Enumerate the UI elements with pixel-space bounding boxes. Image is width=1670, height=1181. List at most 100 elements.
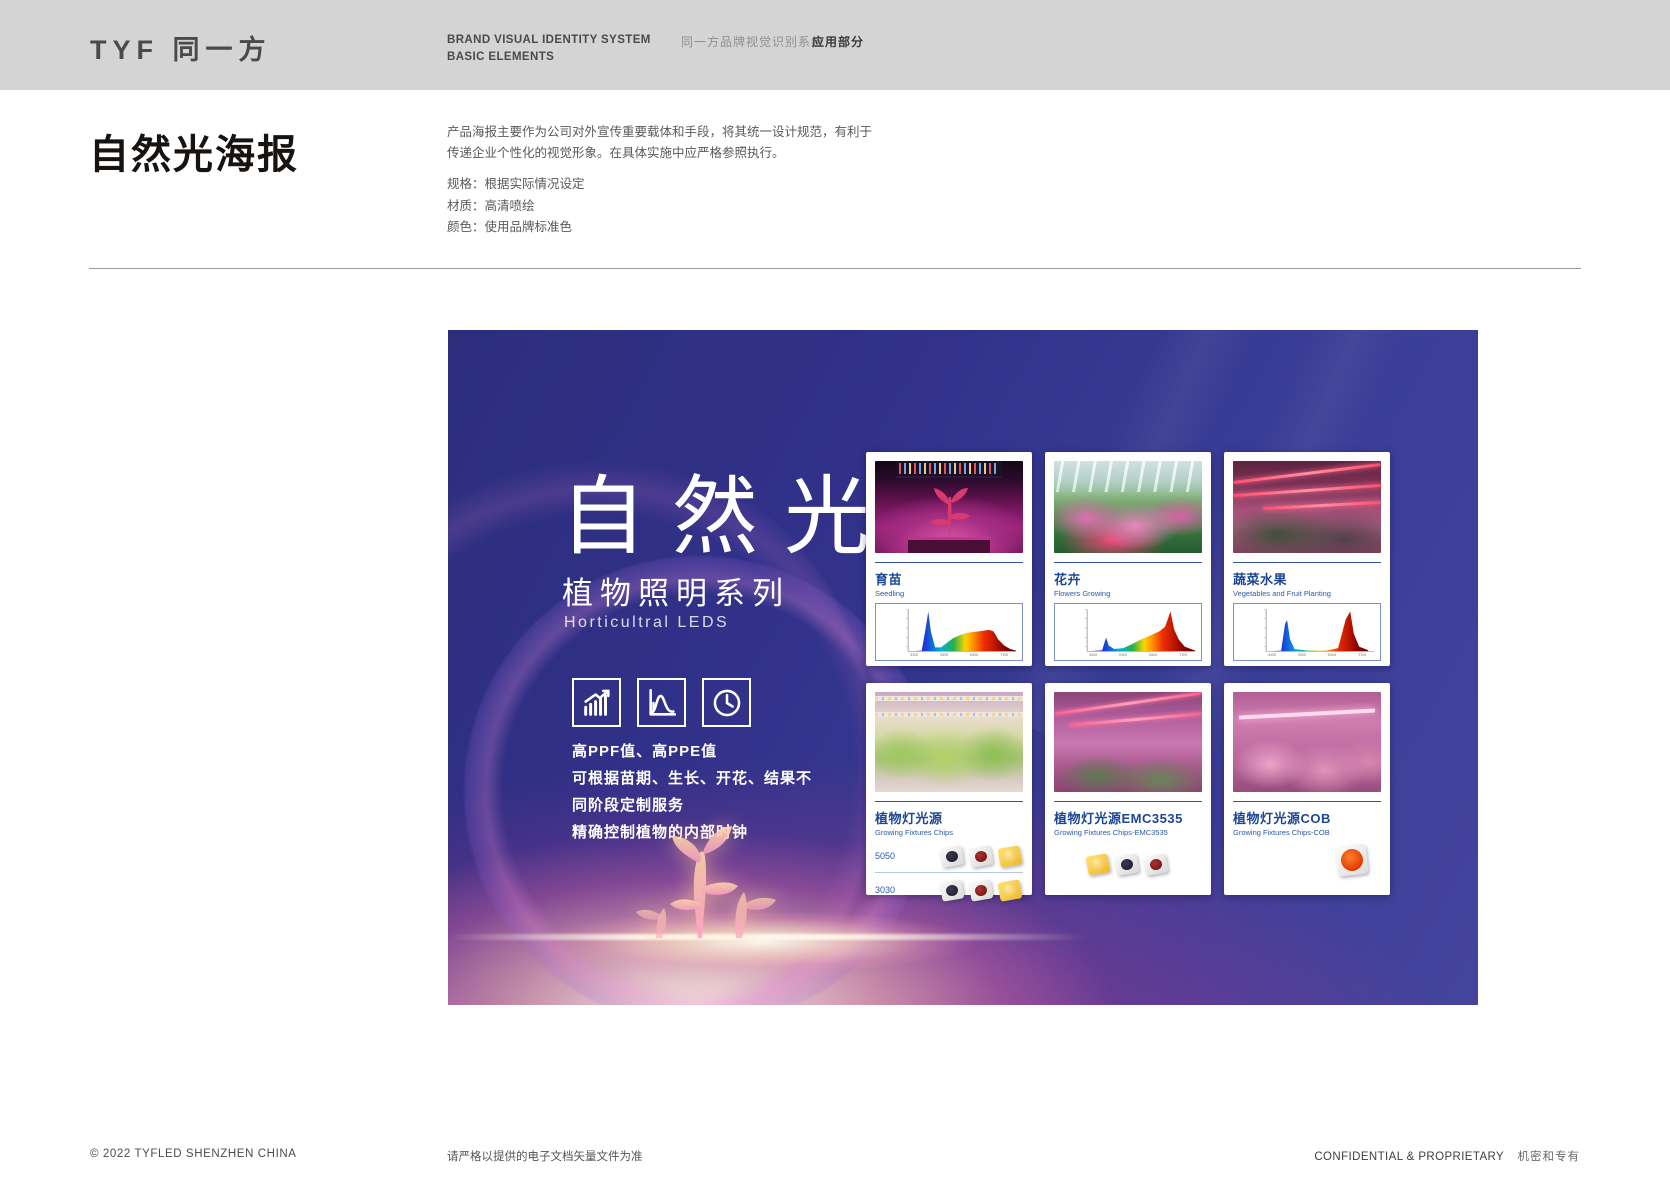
footer-confidential: CONFIDENTIAL & PROPRIETARY 机密和专有 xyxy=(1314,1148,1580,1164)
footer-confidential-en: CONFIDENTIAL & PROPRIETARY xyxy=(1314,1151,1504,1163)
spectrum-chart-seedling: 400500600700 xyxy=(875,603,1023,661)
clock-glyph xyxy=(710,686,744,720)
growth-chart-glyph xyxy=(580,686,614,720)
spectrum-xtick: 700 xyxy=(1000,653,1009,657)
led-chip-icon xyxy=(1115,853,1140,876)
led-chip-icon xyxy=(998,879,1023,902)
card-flowers: 花卉 Flowers Growing 400500600700 xyxy=(1045,452,1211,666)
spectrum-chart-vegetables: 400500600700 xyxy=(1233,603,1381,661)
seedling-plant-graphic xyxy=(921,485,977,537)
chip-row-divider xyxy=(875,872,1023,873)
chip-set xyxy=(941,847,1023,866)
spectrum-curve-glyph xyxy=(645,686,679,720)
greenhouse-roof-graphic xyxy=(1054,461,1202,492)
poster-icon-row xyxy=(572,678,751,727)
card-seedling: 育苗 Seedling 400500600700 xyxy=(866,452,1032,666)
page-description: 产品海报主要作为公司对外宣传重要载体和手段，将其统一设计规范，有利于 传递企业个… xyxy=(447,122,872,163)
card-title: 蔬菜水果 xyxy=(1233,569,1381,588)
led-bar-graphic xyxy=(875,696,1023,701)
spectrum-svg: 400500600700 xyxy=(1055,604,1201,660)
footer-note: 请严格以提供的电子文档矢量文件为准 xyxy=(447,1148,643,1164)
poster-title: 自然光 xyxy=(560,446,896,571)
chip-size-label: 5050 xyxy=(875,851,909,861)
card-subtitle: Growing Fixtures Chips-COB xyxy=(1233,828,1381,837)
clock-icon xyxy=(702,678,751,727)
header-system-title-line2: BASIC ELEMENTS xyxy=(447,49,651,66)
spectrum-area xyxy=(1087,612,1195,652)
card-cob-chips: 植物灯光源COB Growing Fixtures Chips-COB xyxy=(1224,683,1390,895)
card-title: 植物灯光源COB xyxy=(1233,808,1381,827)
card-divider xyxy=(1054,562,1202,563)
card-divider xyxy=(1054,801,1202,802)
spectrum-xtick: 500 xyxy=(1298,653,1307,657)
spectrum-area xyxy=(1266,612,1368,652)
footer-confidential-cn: 机密和专有 xyxy=(1518,1151,1581,1163)
chip-size-label: 3030 xyxy=(875,885,909,895)
spectrum-xtick: 400 xyxy=(1268,653,1277,657)
spectrum-chart-flowers: 400500600700 xyxy=(1054,603,1202,661)
card-title: 植物灯光源EMC3535 xyxy=(1054,808,1202,827)
page-title: 自然光海报 xyxy=(89,122,299,180)
poster-subtitle-en: Horticultral LEDS xyxy=(564,614,729,632)
spectrum-xtick: 500 xyxy=(1119,653,1128,657)
growth-chart-icon xyxy=(572,678,621,727)
header-bar: TYF 同一方 BRAND VISUAL IDENTITY SYSTEM BAS… xyxy=(0,0,1670,90)
spectrum-xtick: 500 xyxy=(940,653,949,657)
vegetables-photo xyxy=(1233,461,1381,553)
led-chip-icon xyxy=(1086,853,1111,876)
poster-subtitle: 植物照明系列 xyxy=(562,568,790,613)
chip-row-5050: 5050 xyxy=(875,843,1023,869)
led-strip-graphic xyxy=(1069,712,1202,727)
spectrum-svg: 400500600700 xyxy=(1234,604,1380,660)
seedling-pot-graphic xyxy=(908,537,991,553)
card-subtitle: Vegetables and Fruit Planting xyxy=(1233,589,1381,598)
spec-list: 规格：根据实际情况设定 材质：高清喷绘 颜色：使用品牌标准色 xyxy=(447,174,585,239)
card-subtitle: Seedling xyxy=(875,589,1023,598)
card-title: 育苗 xyxy=(875,569,1023,588)
card-emc3535-chips: 植物灯光源EMC3535 Growing Fixtures Chips-EMC3… xyxy=(1045,683,1211,895)
chip-row-3030: 3030 xyxy=(875,877,1023,903)
card-title: 花卉 xyxy=(1054,569,1202,588)
sprout-illustration xyxy=(586,818,816,943)
lettuce-photo xyxy=(875,692,1023,792)
spectrum-area xyxy=(908,612,1016,652)
led-tube-graphic xyxy=(1239,708,1375,719)
card-vegetables: 蔬菜水果 Vegetables and Fruit Planting 400 50… xyxy=(1224,452,1390,666)
chips-area xyxy=(1054,851,1202,877)
brand-manual-page: TYF 同一方 BRAND VISUAL IDENTITY SYSTEM BAS… xyxy=(0,0,1670,1181)
card-subtitle: Flowers Growing xyxy=(1054,589,1202,598)
feature-line1: 高PPF值、高PPE值 xyxy=(572,738,812,765)
chips-area: 5050 3030 xyxy=(875,843,1023,903)
cob-chip-icon xyxy=(1336,844,1369,877)
card-divider xyxy=(875,562,1023,563)
led-chip-icon xyxy=(940,879,965,902)
led-strip-graphic xyxy=(1055,692,1202,715)
card-title: 植物灯光源 xyxy=(875,808,1023,827)
card-divider xyxy=(1233,562,1381,563)
card-subtitle: Growing Fixtures Chips xyxy=(875,828,1023,837)
header-system-title-en: BRAND VISUAL IDENTITY SYSTEM BASIC ELEME… xyxy=(447,32,651,65)
natural-light-poster: 自然光 植物照明系列 Horticultral LEDS xyxy=(448,330,1478,1005)
spectrum-curve-icon xyxy=(637,678,686,727)
spec-color: 颜色：使用品牌标准色 xyxy=(447,217,585,239)
cob-photo xyxy=(1233,692,1381,792)
description-line1: 产品海报主要作为公司对外宣传重要载体和手段，将其统一设计规范，有利于 xyxy=(447,122,872,143)
spectrum-xtick: 700 xyxy=(1179,653,1188,657)
spectrum-xtick: 700 xyxy=(1358,653,1367,657)
chip-set xyxy=(941,881,1023,900)
card-growing-chips: 植物灯光源 Growing Fixtures Chips 5050 3030 xyxy=(866,683,1032,895)
spectrum-xtick: 400 xyxy=(910,653,919,657)
led-panel-graphic xyxy=(896,461,1003,478)
chip-set xyxy=(1087,855,1169,874)
spectrum-xtick: 400 xyxy=(1089,653,1098,657)
feature-line3: 同阶段定制服务 xyxy=(572,792,812,819)
led-chip-icon xyxy=(969,845,994,868)
card-subtitle: Growing Fixtures Chips-EMC3535 xyxy=(1054,828,1202,837)
flowers-photo xyxy=(1054,461,1202,553)
led-chip-icon xyxy=(1144,853,1169,876)
chip-row xyxy=(1054,851,1202,877)
emc3535-photo xyxy=(1054,692,1202,792)
led-chip-icon xyxy=(969,879,994,902)
led-bar-graphic xyxy=(875,712,1023,717)
spec-size: 规格：根据实际情况设定 xyxy=(447,174,585,196)
